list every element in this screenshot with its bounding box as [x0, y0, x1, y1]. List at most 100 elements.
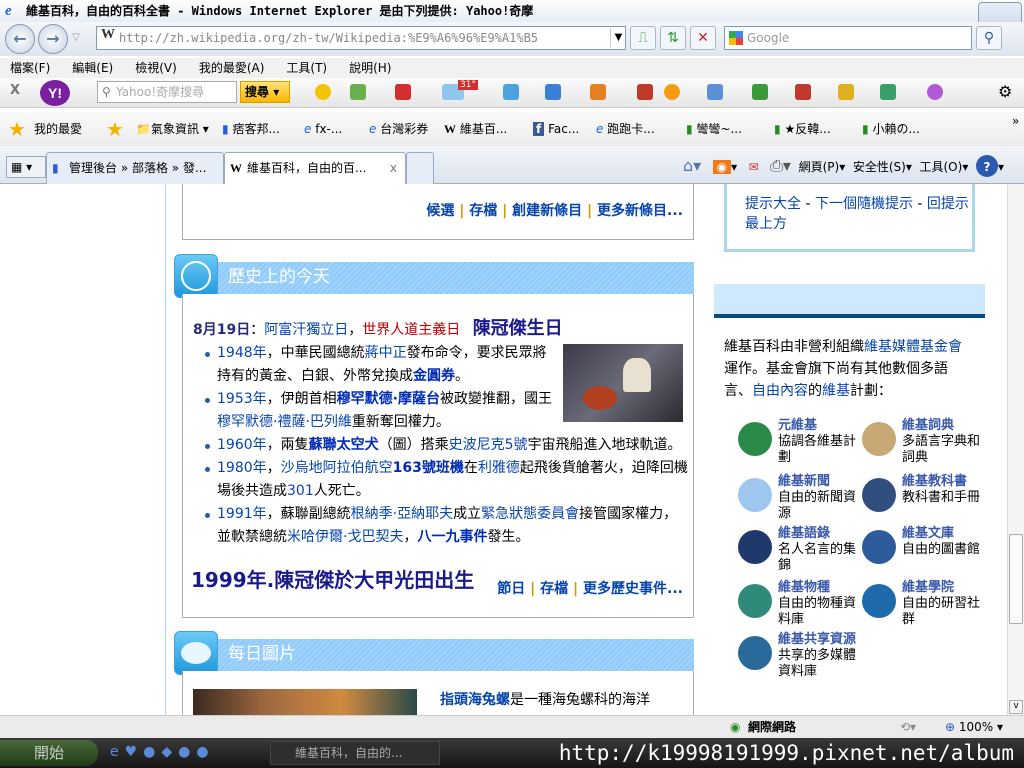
event-link[interactable]: 穆罕默德·摩薩台 [337, 391, 440, 407]
project-name[interactable]: 維基新聞 [778, 474, 864, 490]
yahoo-search-button[interactable]: 搜尋 ▾ [240, 81, 290, 103]
menu-tools[interactable]: 工具(T) [286, 61, 327, 75]
book-icon[interactable] [637, 84, 653, 100]
address-bar[interactable]: Whttp://zh.wikipedia.org/zh-tw/Wikipedia… [96, 26, 626, 50]
refresh-button[interactable]: ⇅ [660, 26, 686, 50]
link-more-new-articles[interactable]: 更多新條目... [597, 203, 683, 219]
sea-slug-image[interactable] [193, 689, 417, 715]
event-link[interactable]: 穆罕默德·禮薩·巴列維 [217, 414, 352, 430]
fav-item[interactable]: ▮ ★反韓... [774, 112, 831, 146]
yahoo-search-input[interactable]: ⚲ Yahoo!奇摩搜尋 [97, 81, 237, 103]
fav-item[interactable]: 📁氣象資訊 ▾ [136, 112, 209, 146]
safety-menu[interactable]: 安全性(S) [853, 160, 906, 174]
fish-icon[interactable] [664, 84, 680, 100]
rss-feed-icon[interactable]: ◉ [712, 160, 732, 174]
fav-item[interactable]: W 維基百... [444, 112, 507, 146]
menu-favorites[interactable]: 我的最愛(A) [199, 61, 265, 75]
settings-gear-icon[interactable]: ⚙ [998, 82, 1012, 101]
signpost-icon[interactable] [880, 84, 896, 100]
event-link[interactable]: 1980年 [217, 460, 267, 476]
tools-menu[interactable]: 工具(O) [920, 160, 963, 174]
sister-project[interactable]: 維基詞典 多語言字典和詞典 [862, 418, 992, 466]
close-toolbar-icon[interactable]: X [10, 83, 20, 98]
event-link[interactable]: 1960年 [217, 437, 267, 453]
intro-link[interactable]: 維基媒體基金會 [864, 339, 962, 355]
event-link[interactable]: 301 [287, 483, 314, 499]
project-name[interactable]: 維基教科書 [902, 474, 992, 490]
back-button[interactable]: ← [5, 24, 35, 54]
close-tab-icon[interactable]: x [390, 153, 397, 183]
event-link[interactable]: 根納季·亞納耶夫 [351, 506, 453, 522]
project-name[interactable]: 維基詞典 [902, 418, 992, 434]
help-icon[interactable]: ? [975, 155, 998, 177]
event-link[interactable]: 金圓券 [413, 368, 455, 384]
project-name[interactable]: 維基文庫 [902, 526, 992, 542]
yahoo-logo-icon[interactable]: Y! [40, 80, 70, 106]
heart-icon[interactable] [927, 84, 943, 100]
print-icon[interactable]: ⎙▾ [770, 156, 791, 175]
phone-icon[interactable] [503, 84, 519, 100]
link-random-tip[interactable]: 下一個隨機提示 [815, 196, 913, 212]
quick-launch[interactable]: e♥●◆●● [110, 744, 215, 760]
project-name[interactable]: 維基學院 [902, 580, 992, 596]
fav-item[interactable]: e fx-... [304, 112, 342, 146]
event-link[interactable]: 1948年 [217, 345, 267, 361]
recent-pages-dropdown[interactable]: ▽ [72, 32, 80, 43]
event-link[interactable]: 緊急狀態委員會 [481, 506, 579, 522]
event-link[interactable]: 沙烏地阿拉伯航空 [281, 460, 393, 476]
holiday-link[interactable]: 阿富汗獨立日 [264, 322, 348, 338]
fav-item[interactable]: ▮ 彎彎~... [686, 112, 742, 146]
project-name[interactable]: 維基語錄 [778, 526, 864, 542]
event-link[interactable]: 1991年 [217, 506, 267, 522]
event-link[interactable]: 蔣中正 [365, 345, 407, 361]
sister-project[interactable]: 維基語錄 名人名言的集錦 [738, 526, 864, 574]
fav-item[interactable]: e 台灣彩券 [369, 112, 428, 146]
link-more-history[interactable]: 更多歷史事件... [583, 581, 683, 597]
menu-file[interactable]: 檔案(F) [10, 61, 50, 75]
event-link[interactable]: 利雅德 [478, 460, 520, 476]
fav-item[interactable]: ▮ 小賴の... [862, 112, 920, 146]
forward-button[interactable]: → [38, 24, 68, 54]
sister-project[interactable]: 維基學院 自由的研習社群 [862, 580, 992, 628]
tab-wikipedia[interactable]: W 維基百科，自由的百... x [224, 152, 406, 184]
scroll-down-arrow[interactable]: v [1009, 700, 1023, 714]
event-link[interactable]: 蘇聯太空犬 [309, 437, 379, 453]
event-link[interactable]: 史波尼克5號 [449, 437, 528, 453]
sister-project[interactable]: 維基共享資源 共享的多媒體資料庫 [738, 632, 864, 680]
protected-mode-icon[interactable]: ⟲▾ [900, 716, 916, 738]
add-favorite-icon[interactable]: ★ [106, 112, 124, 146]
search-input[interactable]: Google [724, 26, 972, 50]
project-name[interactable]: 維基共享資源 [778, 632, 864, 648]
mail-icon[interactable] [545, 84, 561, 100]
page-menu[interactable]: 網頁(P) [799, 160, 840, 174]
scrollbar-thumb[interactable] [1009, 534, 1023, 624]
intro-link[interactable]: 自由內容 [752, 383, 808, 399]
zoom-control[interactable]: ⊕ 100% ▾ [945, 716, 1003, 738]
menu-edit[interactable]: 編輯(E) [72, 61, 113, 75]
sister-project[interactable]: 維基物種 自由的物種資料庫 [738, 580, 864, 628]
app-icon[interactable] [752, 84, 768, 100]
photo-icon[interactable] [350, 84, 366, 100]
event-link[interactable]: 八一九事件 [417, 529, 487, 545]
project-name[interactable]: 元維基 [778, 418, 864, 434]
more-favorites-chevron[interactable]: » [1012, 104, 1019, 138]
home-icon[interactable]: ⌂▾ [683, 156, 701, 175]
sister-project[interactable]: 維基新聞 自由的新聞資源 [738, 474, 864, 522]
sister-project[interactable]: 維基文庫 自由的圖書館 [862, 526, 992, 564]
fav-item[interactable]: ▮ 痞客邦... [222, 112, 280, 146]
window-icon[interactable] [707, 84, 723, 100]
vertical-scrollbar[interactable]: v [1007, 184, 1024, 715]
tab-admin[interactable]: ▮ 管理後台 » 部落格 » 發... [46, 152, 224, 184]
new-tab-button[interactable] [406, 152, 434, 184]
link-holidays[interactable]: 節日 [497, 581, 525, 597]
caption-link[interactable]: 指頭海兔螺 [440, 692, 510, 708]
link-candidates[interactable]: 候選 [426, 203, 454, 219]
event-link[interactable]: 163號班機 [393, 460, 464, 476]
messenger-icon[interactable] [315, 84, 331, 100]
calendar-icon[interactable] [795, 84, 811, 100]
search-button[interactable]: ⚲ [976, 26, 1002, 50]
start-button[interactable]: 開始 [0, 740, 98, 766]
stop-button[interactable]: ✕ [690, 26, 716, 50]
intro-link[interactable]: 維基 [822, 383, 850, 399]
menu-help[interactable]: 說明(H) [349, 61, 391, 75]
